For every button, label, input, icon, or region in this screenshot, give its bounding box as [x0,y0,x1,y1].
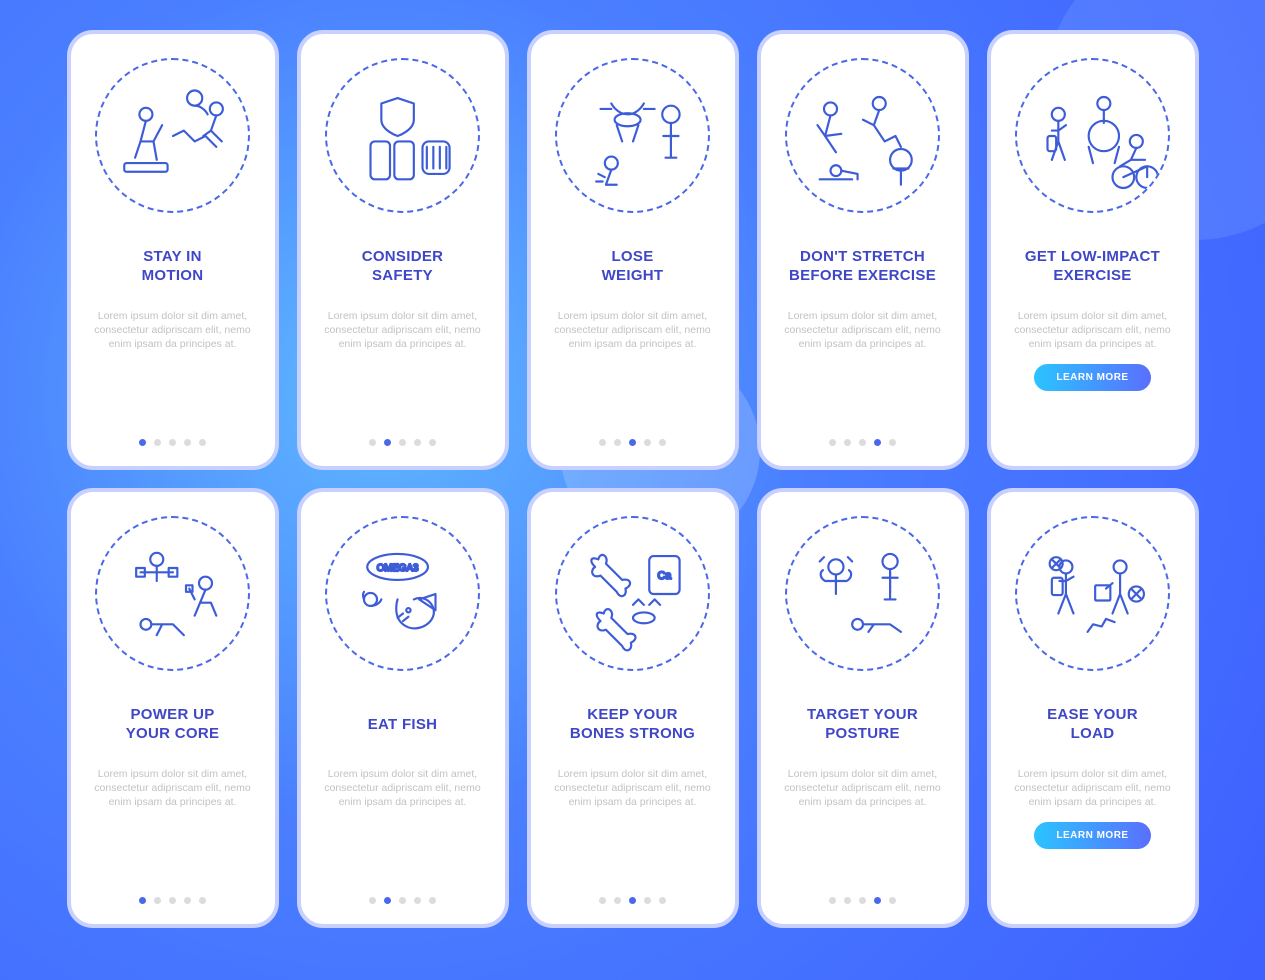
learn-more-button[interactable]: LEARN MORE [1034,822,1150,849]
screen-description: Lorem ipsum dolor sit dim amet, consecte… [85,767,261,810]
pagination-dot[interactable] [184,897,191,904]
lowimpact-icon [1015,58,1170,213]
screen-title: CONSIDER SAFETY [362,247,444,287]
pagination-dot[interactable] [629,439,636,446]
pagination-dots [139,897,206,904]
pagination-dot[interactable] [184,439,191,446]
screen-title: STAY IN MOTION [142,247,204,287]
pagination-dots [599,897,666,904]
pagination-dot[interactable] [644,439,651,446]
pagination-dot[interactable] [889,897,896,904]
phone-dont-stretch: DON'T STRETCH BEFORE EXERCISE Lorem ipsum… [757,30,969,470]
screen-description: Lorem ipsum dolor sit dim amet, consecte… [775,767,951,810]
pagination-dots [829,439,896,446]
safety-icon [325,58,480,213]
pagination-dot[interactable] [169,897,176,904]
pagination-dot[interactable] [874,439,881,446]
pagination-dot[interactable] [844,897,851,904]
pagination-dot[interactable] [369,897,376,904]
pagination-dot[interactable] [399,439,406,446]
pagination-dot[interactable] [889,439,896,446]
pagination-dot[interactable] [154,897,161,904]
svg-text:Ca: Ca [657,569,672,581]
phone-bones-strong: Ca KEEP YOUR BONES STRONG Lorem ipsum dolo… [527,488,739,928]
pagination-dot[interactable] [859,439,866,446]
phone-ease-load: EASE YOUR LOAD Lorem ipsum dolor sit dim … [987,488,1199,928]
bones-icon: Ca [555,516,710,671]
motion-icon [95,58,250,213]
screen-description: Lorem ipsum dolor sit dim amet, consecte… [775,309,951,352]
pagination-dots [369,439,436,446]
fish-icon: OMEGA3 [325,516,480,671]
pagination-dot[interactable] [369,439,376,446]
pagination-dot[interactable] [429,439,436,446]
pagination-dot[interactable] [384,439,391,446]
load-icon [1015,516,1170,671]
screen-description: Lorem ipsum dolor sit dim amet, consecte… [545,309,721,352]
pagination-dot[interactable] [384,897,391,904]
screen-title: EASE YOUR LOAD [1047,705,1138,745]
pagination-dot[interactable] [414,897,421,904]
weight-icon [555,58,710,213]
pagination-dot[interactable] [614,897,621,904]
screen-description: Lorem ipsum dolor sit dim amet, consecte… [85,309,261,352]
phone-lose-weight: LOSE WEIGHT Lorem ipsum dolor sit dim ame… [527,30,739,470]
pagination-dot[interactable] [139,439,146,446]
pagination-dots [369,897,436,904]
screen-title: EAT FISH [368,705,438,745]
pagination-dot[interactable] [399,897,406,904]
pagination-dot[interactable] [644,897,651,904]
pagination-dot[interactable] [629,897,636,904]
phone-target-posture: TARGET YOUR POSTURE Lorem ipsum dolor sit… [757,488,969,928]
screen-title: POWER UP YOUR CORE [126,705,220,745]
pagination-dot[interactable] [199,439,206,446]
screen-title: DON'T STRETCH BEFORE EXERCISE [789,247,936,287]
pagination-dot[interactable] [829,897,836,904]
phone-consider-safety: CONSIDER SAFETY Lorem ipsum dolor sit dim… [297,30,509,470]
svg-text:OMEGA3: OMEGA3 [376,563,418,574]
screen-description: Lorem ipsum dolor sit dim amet, consecte… [315,309,491,352]
pagination-dot[interactable] [829,439,836,446]
stretch-icon [785,58,940,213]
pagination-dot[interactable] [614,439,621,446]
phone-stay-in-motion: STAY IN MOTION Lorem ipsum dolor sit dim … [67,30,279,470]
learn-more-button[interactable]: LEARN MORE [1034,364,1150,391]
pagination-dot[interactable] [154,439,161,446]
screen-description: Lorem ipsum dolor sit dim amet, consecte… [1005,767,1181,810]
pagination-dot[interactable] [659,897,666,904]
pagination-dots [599,439,666,446]
pagination-dot[interactable] [659,439,666,446]
pagination-dot[interactable] [429,897,436,904]
posture-icon [785,516,940,671]
phone-eat-fish: OMEGA3 EAT FISH Lorem ipsum dolor sit dim … [297,488,509,928]
pagination-dot[interactable] [874,897,881,904]
core-icon [95,516,250,671]
phone-low-impact: GET LOW-IMPACT EXERCISE Lorem ipsum dolor… [987,30,1199,470]
pagination-dot[interactable] [169,439,176,446]
screen-title: GET LOW-IMPACT EXERCISE [1025,247,1160,287]
screen-description: Lorem ipsum dolor sit dim amet, consecte… [545,767,721,810]
pagination-dot[interactable] [844,439,851,446]
pagination-dots [139,439,206,446]
screen-title: LOSE WEIGHT [602,247,664,287]
screen-title: TARGET YOUR POSTURE [807,705,918,745]
pagination-dot[interactable] [414,439,421,446]
screen-description: Lorem ipsum dolor sit dim amet, consecte… [315,767,491,810]
pagination-dot[interactable] [599,439,606,446]
onboarding-grid: STAY IN MOTION Lorem ipsum dolor sit dim … [0,0,1265,958]
screen-title: KEEP YOUR BONES STRONG [570,705,695,745]
pagination-dot[interactable] [859,897,866,904]
pagination-dots [829,897,896,904]
pagination-dot[interactable] [139,897,146,904]
pagination-dot[interactable] [599,897,606,904]
phone-power-core: POWER UP YOUR CORE Lorem ipsum dolor sit … [67,488,279,928]
screen-description: Lorem ipsum dolor sit dim amet, consecte… [1005,309,1181,352]
pagination-dot[interactable] [199,897,206,904]
